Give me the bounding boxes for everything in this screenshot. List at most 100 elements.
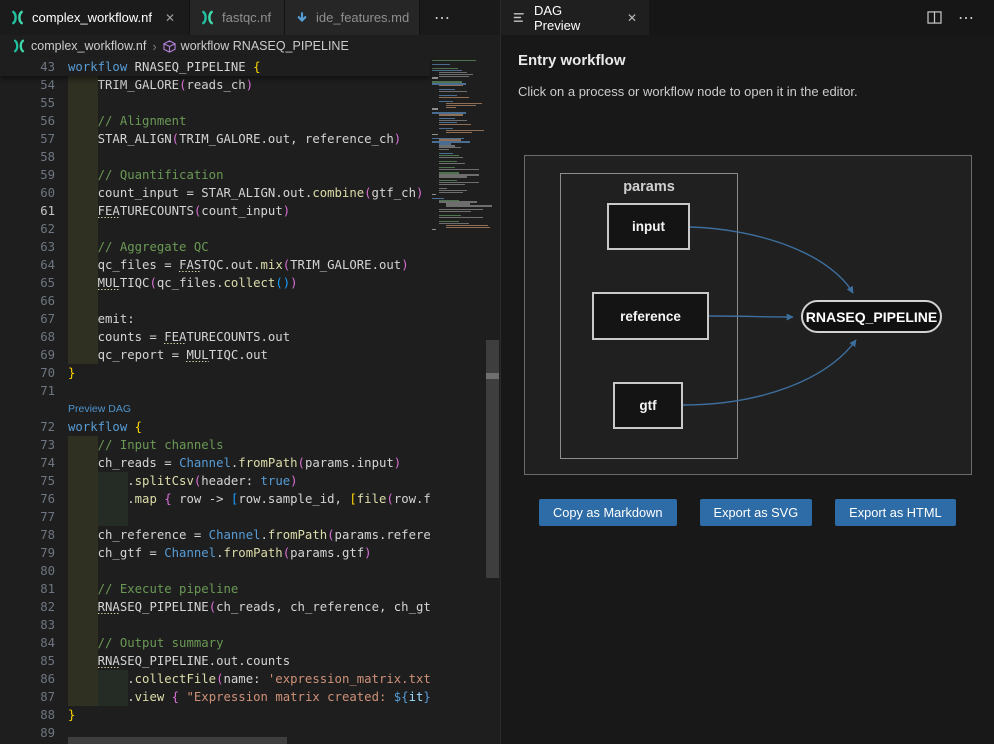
tab-fastqc[interactable]: fastqc.nf bbox=[190, 0, 285, 35]
dag-node-gtf[interactable]: gtf bbox=[613, 382, 683, 429]
line-number: 78 bbox=[0, 528, 55, 542]
close-icon[interactable]: ✕ bbox=[165, 12, 175, 24]
dag-node-reference[interactable]: reference bbox=[592, 292, 709, 340]
line-number: 60 bbox=[0, 186, 55, 200]
copy-as-markdown-button[interactable]: Copy as Markdown bbox=[539, 499, 677, 526]
code-line[interactable]: 66 bbox=[0, 292, 430, 310]
code-line[interactable]: 75 .splitCsv(header: true) bbox=[0, 472, 430, 490]
indent-scope-highlight bbox=[98, 670, 128, 688]
line-number: 62 bbox=[0, 222, 55, 236]
code-line[interactable]: 58 bbox=[0, 148, 430, 166]
code-line[interactable]: 59 // Quantification bbox=[0, 166, 430, 184]
code-line[interactable]: 79 ch_gtf = Channel.fromPath(params.gtf) bbox=[0, 544, 430, 562]
code-line[interactable]: 63 // Aggregate QC bbox=[0, 238, 430, 256]
nextflow-icon bbox=[200, 10, 215, 25]
code-line[interactable]: 55 bbox=[0, 94, 430, 112]
tab-ide-features[interactable]: ide_features.md bbox=[285, 0, 420, 35]
code-line[interactable]: 83 bbox=[0, 616, 430, 634]
line-number: 71 bbox=[0, 384, 55, 398]
code-line[interactable]: 67 emit: bbox=[0, 310, 430, 328]
code-line[interactable]: 69 qc_report = MULTIQC.out bbox=[0, 346, 430, 364]
line-number: 87 bbox=[0, 690, 55, 704]
tab-dag-preview[interactable]: DAG Preview ✕ bbox=[501, 0, 649, 35]
indent-scope-highlight bbox=[68, 220, 98, 238]
code-text: ch_gtf = Channel.fromPath(params.gtf) bbox=[55, 546, 430, 560]
more-tabs-icon[interactable]: ⋯ bbox=[434, 0, 452, 35]
code-editor[interactable]: 43workflow RNASEQ_PIPELINE { 54 TRIM_GAL… bbox=[0, 57, 500, 744]
breadcrumb-file[interactable]: complex_workflow.nf bbox=[31, 39, 146, 53]
overview-ruler-marker bbox=[486, 373, 499, 379]
code-text: ch_reference = Channel.fromPath(params.r… bbox=[55, 528, 430, 542]
indent-scope-highlight bbox=[68, 598, 98, 616]
code-line[interactable]: 85 RNASEQ_PIPELINE.out.counts bbox=[0, 652, 430, 670]
code-line[interactable]: 76 .map { row -> [row.sample_id, [file(r… bbox=[0, 490, 430, 508]
line-number: 76 bbox=[0, 492, 55, 506]
split-editor-icon[interactable] bbox=[927, 11, 942, 24]
dag-node-input[interactable]: input bbox=[607, 203, 690, 250]
codelens-row[interactable]: Preview DAG bbox=[0, 400, 430, 418]
code-line[interactable]: 57 STAR_ALIGN(TRIM_GALORE.out, reference… bbox=[0, 130, 430, 148]
code-line[interactable]: 72workflow { bbox=[0, 418, 430, 436]
code-text: RNASEQ_PIPELINE(ch_reads, ch_reference, … bbox=[55, 600, 430, 614]
vertical-scrollbar[interactable] bbox=[486, 57, 499, 744]
code-text: } bbox=[55, 708, 430, 722]
code-line[interactable]: 61 FEATURECOUNTS(count_input) bbox=[0, 202, 430, 220]
minimap[interactable] bbox=[430, 60, 486, 232]
codelens-preview-dag-link[interactable]: Preview DAG bbox=[55, 403, 131, 415]
line-number: 84 bbox=[0, 636, 55, 650]
code-text: } bbox=[55, 366, 430, 380]
minimap-line bbox=[446, 132, 472, 133]
code-line[interactable]: 87 .view { "Expression matrix created: $… bbox=[0, 688, 430, 706]
dag-node-rnaseq-pipeline[interactable]: RNASEQ_PIPELINE bbox=[801, 300, 942, 333]
line-number: 79 bbox=[0, 546, 55, 560]
panel-actions: ⋯ bbox=[927, 0, 994, 35]
code-line[interactable]: 68 counts = FEATURECOUNTS.out bbox=[0, 328, 430, 346]
code-line[interactable]: 65 MULTIQC(qc_files.collect()) bbox=[0, 274, 430, 292]
code-text: workflow RNASEQ_PIPELINE { bbox=[55, 60, 430, 74]
close-icon[interactable]: ✕ bbox=[627, 11, 637, 25]
more-actions-icon[interactable]: ⋯ bbox=[958, 8, 976, 28]
code-line[interactable]: 56 // Alignment bbox=[0, 112, 430, 130]
code-text: count_input = STAR_ALIGN.out.combine(gtf… bbox=[55, 186, 430, 200]
code-line[interactable]: 43workflow RNASEQ_PIPELINE { bbox=[0, 57, 430, 76]
code-line[interactable]: 88} bbox=[0, 706, 430, 724]
line-number: 82 bbox=[0, 600, 55, 614]
code-line[interactable]: 74 ch_reads = Channel.fromPath(params.in… bbox=[0, 454, 430, 472]
indent-scope-highlight bbox=[68, 166, 98, 184]
line-number: 72 bbox=[0, 420, 55, 434]
code-line[interactable]: 80 bbox=[0, 562, 430, 580]
indent-scope-highlight bbox=[68, 652, 98, 670]
minimap-line bbox=[439, 76, 469, 77]
line-number: 85 bbox=[0, 654, 55, 668]
code-line[interactable]: 54 TRIM_GALORE(reads_ch) bbox=[0, 76, 430, 94]
indent-scope-highlight bbox=[98, 508, 128, 526]
export-as-html-button[interactable]: Export as HTML bbox=[835, 499, 955, 526]
sticky-scroll-line[interactable]: 43workflow RNASEQ_PIPELINE { bbox=[0, 57, 430, 76]
code-line[interactable]: 82 RNASEQ_PIPELINE(ch_reads, ch_referenc… bbox=[0, 598, 430, 616]
code-line[interactable]: 62 bbox=[0, 220, 430, 238]
breadcrumb-symbol[interactable]: workflow RNASEQ_PIPELINE bbox=[181, 39, 349, 53]
tab-complex-workflow[interactable]: complex_workflow.nf ✕ bbox=[0, 0, 190, 35]
code-line[interactable]: 70} bbox=[0, 364, 430, 382]
minimap-line bbox=[439, 192, 463, 193]
code-text: STAR_ALIGN(TRIM_GALORE.out, reference_ch… bbox=[55, 132, 430, 146]
scrollbar-thumb[interactable] bbox=[68, 737, 287, 744]
line-number: 59 bbox=[0, 168, 55, 182]
code-line[interactable]: 60 count_input = STAR_ALIGN.out.combine(… bbox=[0, 184, 430, 202]
indent-scope-highlight bbox=[68, 436, 98, 454]
code-line[interactable]: 77 bbox=[0, 508, 430, 526]
code-text: FEATURECOUNTS(count_input) bbox=[55, 204, 430, 218]
indent-scope-highlight bbox=[68, 310, 98, 328]
code-line[interactable]: 86 .collectFile(name: 'expression_matrix… bbox=[0, 670, 430, 688]
code-line[interactable]: 78 ch_reference = Channel.fromPath(param… bbox=[0, 526, 430, 544]
code-line[interactable]: 71 bbox=[0, 382, 430, 400]
code-line[interactable]: 84 // Output summary bbox=[0, 634, 430, 652]
nextflow-icon bbox=[12, 39, 26, 53]
horizontal-scrollbar[interactable] bbox=[0, 737, 486, 744]
code-text: // Quantification bbox=[55, 168, 430, 182]
code-line[interactable]: 73 // Input channels bbox=[0, 436, 430, 454]
minimap-line bbox=[439, 163, 465, 164]
code-line[interactable]: 64 qc_files = FASTQC.out.mix(TRIM_GALORE… bbox=[0, 256, 430, 274]
code-line[interactable]: 81 // Execute pipeline bbox=[0, 580, 430, 598]
export-as-svg-button[interactable]: Export as SVG bbox=[700, 499, 813, 526]
